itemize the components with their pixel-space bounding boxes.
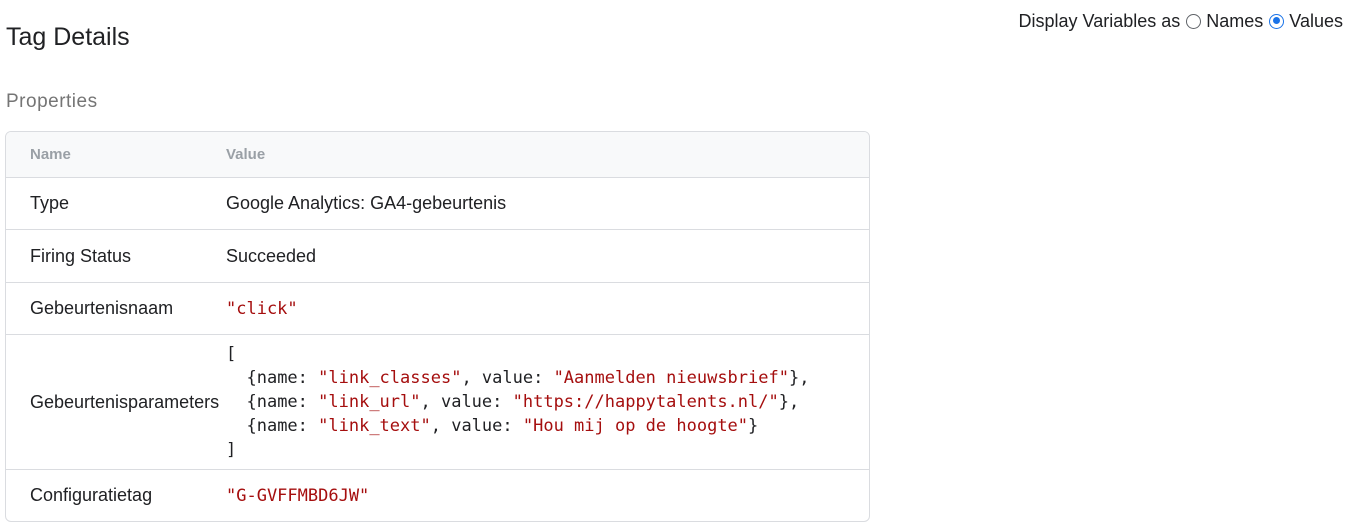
names-radio[interactable]	[1186, 13, 1202, 29]
param-key-label: {name:	[246, 368, 319, 388]
param-name: "link_text"	[318, 416, 431, 436]
properties-table: Name Value Type Google Analytics: GA4-ge…	[5, 131, 870, 522]
column-header-value: Value	[226, 146, 266, 163]
display-variables-toggle: Display Variables as Names Values	[1019, 9, 1343, 33]
param-key-label: {name:	[246, 416, 319, 436]
param-value: "https://happytalents.nl/"	[512, 392, 779, 412]
table-header-row: Name Value	[6, 132, 869, 178]
row-value-event-parameters: [ {name: "link_classes", value: "Aanmeld…	[226, 342, 869, 462]
param-end: }	[748, 416, 759, 436]
values-radio-label[interactable]: Values	[1289, 9, 1343, 33]
row-name-firing-status: Firing Status	[30, 245, 132, 266]
param-name: "link_url"	[318, 392, 421, 412]
param-sep: , value:	[430, 416, 523, 436]
table-row: Configuratietag "G-GVFFMBD6JW"	[6, 470, 869, 521]
row-value-firing-status: Succeeded	[226, 245, 317, 266]
table-row: Gebeurtenisparameters [ {name: "link_cla…	[6, 335, 869, 470]
values-radio[interactable]	[1269, 13, 1285, 29]
row-value-event-name: "click"	[226, 298, 298, 319]
param-sep: , value:	[461, 368, 554, 388]
names-radio-label[interactable]: Names	[1206, 9, 1263, 33]
param-value: "Aanmelden nieuwsbrief"	[553, 368, 789, 388]
row-value-config-tag: "G-GVFFMBD6JW"	[226, 485, 370, 506]
table-row: Type Google Analytics: GA4-gebeurtenis	[6, 178, 869, 230]
section-title-properties: Properties	[6, 91, 98, 112]
table-row: Gebeurtenisnaam "click"	[6, 283, 869, 335]
param-sep: , value:	[420, 392, 513, 412]
row-name-event-name: Gebeurtenisnaam	[30, 298, 174, 318]
param-key-label: {name:	[246, 392, 319, 412]
param-value: "Hou mij op de hoogte"	[522, 416, 749, 436]
param-name: "link_classes"	[318, 368, 462, 388]
row-name-type: Type	[30, 193, 70, 213]
row-value-type: Google Analytics: GA4-gebeurtenis	[226, 193, 507, 213]
code-close-bracket: ]	[226, 440, 237, 460]
table-row: Firing Status Succeeded	[6, 230, 869, 283]
param-end: },	[788, 368, 810, 388]
row-name-config-tag: Configuratietag	[30, 485, 153, 505]
param-end: },	[778, 392, 800, 412]
column-header-name: Name	[30, 146, 71, 163]
page-title: Tag Details	[6, 23, 130, 51]
row-name-event-parameters: Gebeurtenisparameters	[30, 391, 220, 412]
display-variables-label: Display Variables as	[1018, 11, 1181, 31]
code-open-bracket: [	[226, 344, 237, 364]
